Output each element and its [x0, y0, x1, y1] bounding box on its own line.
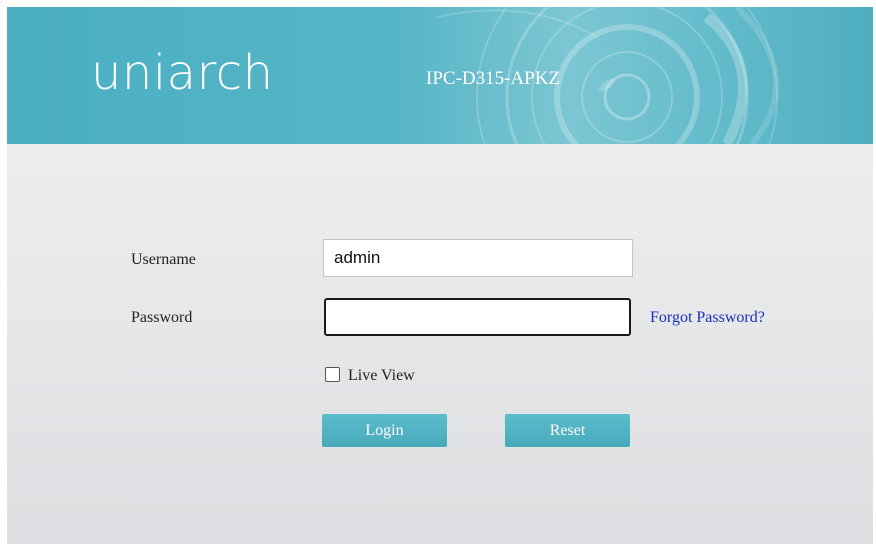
- login-panel: uniarch IPC-D315-APKZ Username Password …: [7, 7, 873, 544]
- forgot-password-link[interactable]: Forgot Password?: [650, 310, 765, 326]
- login-page: uniarch IPC-D315-APKZ Username Password …: [0, 0, 876, 544]
- header-banner: uniarch IPC-D315-APKZ: [7, 7, 873, 144]
- live-view-label[interactable]: Live View: [348, 368, 415, 384]
- username-input[interactable]: [323, 239, 633, 277]
- live-view-checkbox[interactable]: [325, 367, 340, 382]
- login-button[interactable]: Login: [322, 414, 447, 447]
- reset-button[interactable]: Reset: [505, 414, 630, 447]
- brand-logo: uniarch: [91, 45, 274, 101]
- device-model: IPC-D315-APKZ: [426, 68, 561, 89]
- password-input[interactable]: [324, 298, 631, 336]
- password-label: Password: [131, 309, 193, 326]
- username-label: Username: [131, 251, 196, 268]
